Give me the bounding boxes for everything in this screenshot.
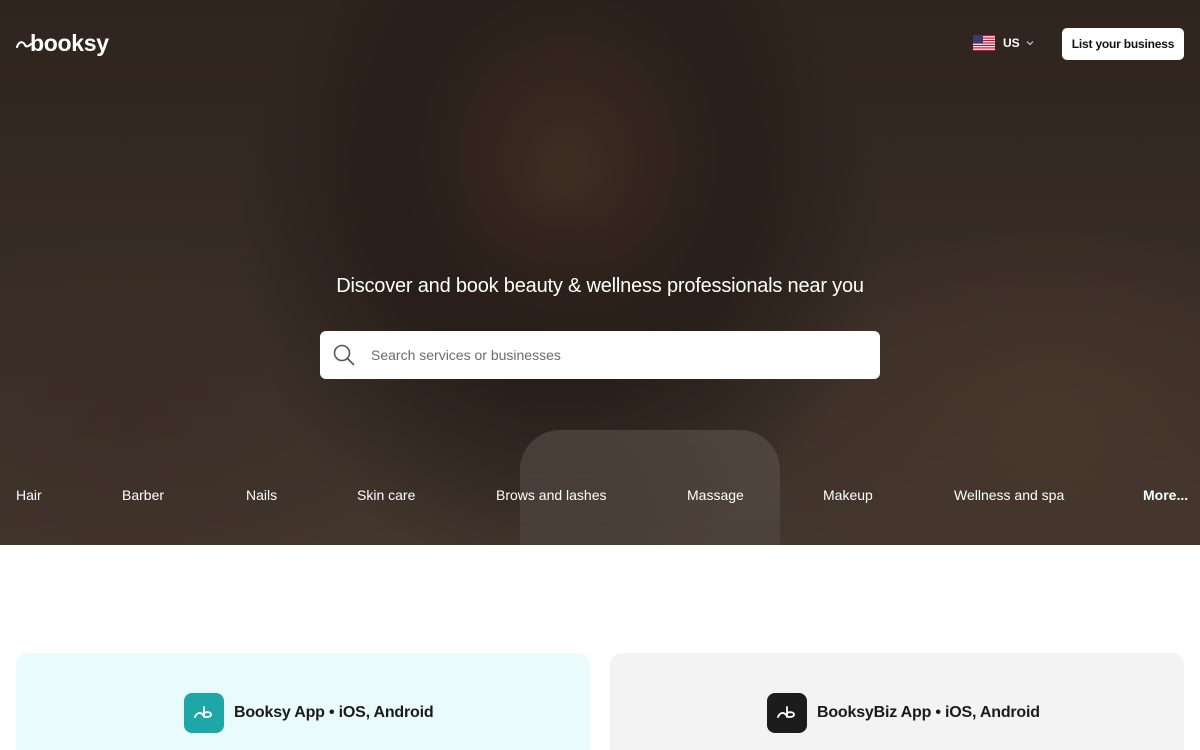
- booksybiz-app-icon: [767, 693, 807, 733]
- category-hair[interactable]: Hair: [16, 487, 42, 503]
- booksybiz-app-card-content: BooksyBiz App • iOS, Android: [767, 693, 1040, 733]
- category-more[interactable]: More...: [1143, 487, 1188, 503]
- booksybiz-app-title: BooksyBiz App • iOS, Android: [817, 704, 1040, 721]
- booksy-swoosh-icon: [777, 706, 795, 718]
- search-input[interactable]: [371, 347, 851, 363]
- booksy-swoosh-icon: [194, 706, 212, 718]
- booksybiz-app-card[interactable]: BooksyBiz App • iOS, Android: [610, 653, 1184, 750]
- category-massage[interactable]: Massage: [687, 487, 744, 503]
- us-flag-icon: [973, 35, 995, 51]
- booksy-app-card-content: Booksy App • iOS, Android: [184, 693, 434, 733]
- category-brows-and-lashes[interactable]: Brows and lashes: [496, 487, 607, 503]
- chevron-down-icon: [1026, 41, 1034, 46]
- locale-code: US: [1003, 36, 1020, 50]
- hero-overlay: [0, 0, 1200, 545]
- hero-headline: Discover and book beauty & wellness prof…: [336, 275, 864, 297]
- booksy-logo[interactable]: booksy: [16, 30, 109, 56]
- search-bar[interactable]: [320, 331, 880, 379]
- booksy-app-card[interactable]: Booksy App • iOS, Android: [16, 653, 590, 750]
- category-nails[interactable]: Nails: [246, 487, 277, 503]
- category-wellness-and-spa[interactable]: Wellness and spa: [954, 487, 1064, 503]
- booksy-app-icon: [184, 693, 224, 733]
- hero-background: [0, 0, 1200, 545]
- search-icon: [333, 344, 355, 366]
- list-your-business-button[interactable]: List your business: [1062, 28, 1184, 60]
- booksy-app-title: Booksy App • iOS, Android: [234, 704, 434, 721]
- locale-selector[interactable]: US: [973, 35, 1034, 51]
- category-makeup[interactable]: Makeup: [823, 487, 873, 503]
- logo-text: booksy: [30, 30, 109, 56]
- category-barber[interactable]: Barber: [122, 487, 164, 503]
- category-skin-care[interactable]: Skin care: [357, 487, 415, 503]
